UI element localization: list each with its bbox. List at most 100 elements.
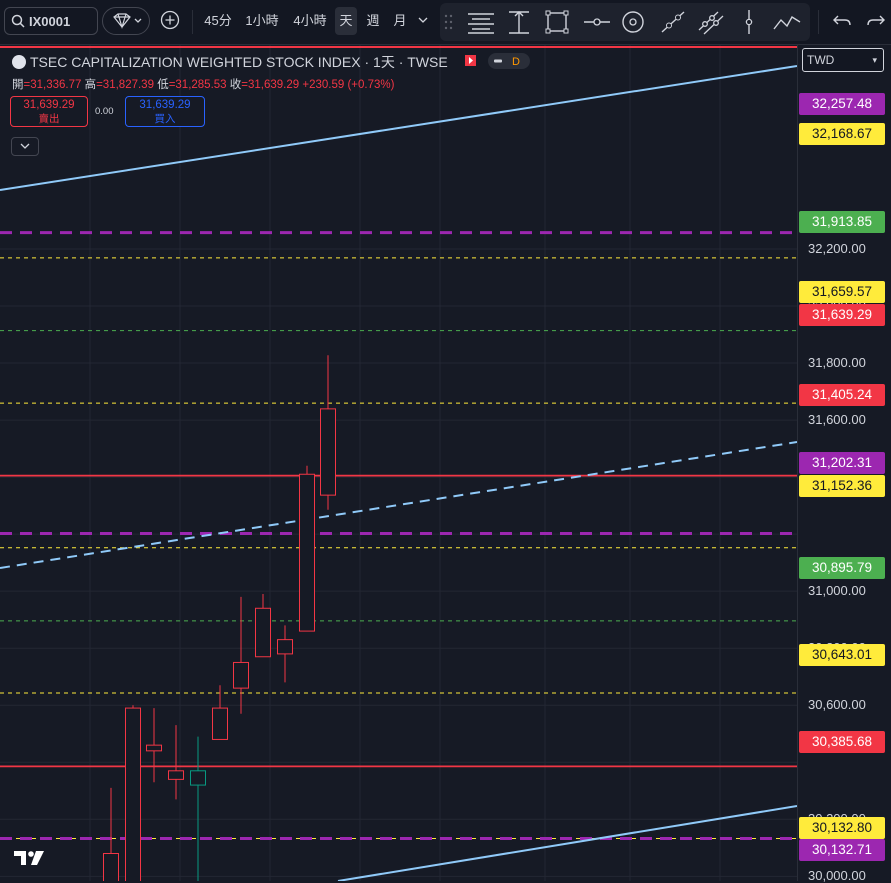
trend-line xyxy=(337,805,797,881)
fib-retracement-tool[interactable] xyxy=(466,8,496,36)
tradingview-logo[interactable] xyxy=(12,848,46,873)
circle-tool[interactable] xyxy=(618,8,648,36)
compare-add-button[interactable] xyxy=(156,7,184,35)
price-axis-label[interactable]: 30,895.79 xyxy=(799,557,885,579)
legend-title-text: TSEC CAPITALIZATION WEIGHTED STOCK INDEX… xyxy=(30,54,448,70)
symbol-logo-icon xyxy=(12,55,26,69)
ohlc-values: 開=31,336.77 高=31,827.39 低=31,285.53 收=31… xyxy=(12,76,394,92)
candle-body xyxy=(190,770,206,786)
parallel-channel-icon xyxy=(698,11,724,35)
redo-button[interactable] xyxy=(862,7,890,35)
buy-price: 31,639.29 xyxy=(139,99,191,111)
candle-body xyxy=(299,473,315,632)
price-axis-label[interactable]: 30,385.68 xyxy=(799,731,885,753)
price-range-tool[interactable] xyxy=(504,8,534,36)
buy-button[interactable]: 31,639.29 買入 xyxy=(125,96,205,127)
legend-collapse-button[interactable] xyxy=(11,137,39,156)
chevron-down-icon: ▾ xyxy=(872,55,877,65)
search-icon xyxy=(11,14,25,33)
price-axis-label[interactable]: 31,405.24 xyxy=(799,384,885,406)
symbol-name: IX0001 xyxy=(29,14,71,29)
redo-icon xyxy=(867,15,885,26)
open-label: 開 xyxy=(12,79,24,91)
trend-line-tool[interactable] xyxy=(658,8,688,36)
undo-icon xyxy=(833,15,851,26)
change-value: +230.59 (+0.73%) xyxy=(302,79,395,91)
currency-label: TWD xyxy=(807,53,835,67)
undo-button[interactable] xyxy=(828,7,856,35)
data-delay-badge: D xyxy=(512,56,520,68)
candle-body xyxy=(320,408,336,496)
flag-icon xyxy=(465,55,476,66)
drag-handle-icon[interactable] xyxy=(443,8,455,36)
candle-body xyxy=(212,707,228,740)
trend-line-icon xyxy=(661,11,685,33)
timeframe-more-button[interactable] xyxy=(414,7,432,35)
price-axis-label[interactable]: 31,202.31 xyxy=(799,452,885,474)
horizontal-price-lines xyxy=(0,231,797,840)
price-axis-tick: 31,800.00 xyxy=(808,355,866,371)
timeframe-month[interactable]: 月 xyxy=(389,7,411,35)
price-axis-tick: 31,000.00 xyxy=(808,583,866,599)
close-value: =31,639.29 xyxy=(241,79,300,91)
diamond-icon xyxy=(113,13,142,30)
candle-body xyxy=(125,707,141,881)
indicator-template-button[interactable] xyxy=(102,7,150,35)
price-axis-label[interactable]: 31,913.85 xyxy=(799,211,885,233)
legend-status-icons: D xyxy=(462,52,532,75)
path-tool[interactable] xyxy=(772,8,802,36)
sell-price: 31,639.29 xyxy=(23,99,75,111)
timeframe-1h[interactable]: 1小時 xyxy=(240,7,284,35)
price-axis-label[interactable]: 30,132.71 xyxy=(799,839,885,861)
sell-label: 賣出 xyxy=(38,113,60,125)
timeframe-45m[interactable]: 45分 xyxy=(200,7,236,35)
price-axis-tick: 31,600.00 xyxy=(808,412,866,428)
chevron-down-icon xyxy=(418,17,428,23)
trend-lines xyxy=(0,65,797,881)
buy-label: 買入 xyxy=(154,113,176,125)
toolbar-divider xyxy=(192,10,193,34)
spread-value: 0.00 xyxy=(95,106,114,117)
trend-line xyxy=(0,441,797,569)
rectangle-icon xyxy=(545,10,569,34)
top-toolbar: IX0001 45分 1小時 4小時 天 週 月 xyxy=(0,0,891,45)
close-label: 收 xyxy=(229,79,242,91)
polyline-icon xyxy=(773,16,801,30)
candle-body xyxy=(168,770,184,780)
sell-button[interactable]: 31,639.29 賣出 xyxy=(10,96,88,127)
rectangle-tool[interactable] xyxy=(542,8,572,36)
price-axis-label[interactable]: 30,643.01 xyxy=(799,644,885,666)
legend-title[interactable]: TSEC CAPITALIZATION WEIGHTED STOCK INDEX… xyxy=(12,52,448,72)
candle-body xyxy=(233,661,249,689)
price-axis-label[interactable]: 30,132.80 xyxy=(799,817,885,839)
price-range-icon xyxy=(509,11,529,34)
price-axis-label[interactable]: 32,257.48 xyxy=(799,93,885,115)
price-axis-label[interactable]: 31,152.36 xyxy=(799,475,885,497)
candle-body xyxy=(103,853,119,881)
horizontal-line-tool[interactable] xyxy=(582,8,612,36)
timeframe-week[interactable]: 週 xyxy=(362,7,384,35)
candle-body xyxy=(277,639,293,655)
low-label: 低 xyxy=(157,79,169,91)
price-axis-label[interactable]: 31,659.57 xyxy=(799,281,885,303)
price-axis-label[interactable]: 31,639.29 xyxy=(799,304,885,326)
parallel-channel-tool[interactable] xyxy=(696,8,726,36)
minus-icon xyxy=(494,59,502,63)
currency-selector[interactable]: TWD ▾ xyxy=(802,48,884,72)
vertical-line-tool[interactable] xyxy=(734,8,764,36)
candle-body xyxy=(255,607,271,658)
timeframe-4h[interactable]: 4小時 xyxy=(288,7,332,35)
price-axis-label[interactable]: 32,168.67 xyxy=(799,123,885,145)
circle-icon xyxy=(622,11,644,33)
high-label: 高 xyxy=(84,79,97,91)
low-value: =31,285.53 xyxy=(168,79,227,91)
chevron-down-icon xyxy=(20,143,30,149)
symbol-search[interactable]: IX0001 xyxy=(4,7,98,35)
high-value: =31,827.39 xyxy=(96,79,154,91)
price-chart[interactable] xyxy=(0,45,797,881)
price-axis-tick: 32,200.00 xyxy=(808,240,866,256)
fib-lines-icon xyxy=(468,13,494,34)
timeframe-day[interactable]: 天 xyxy=(335,7,357,35)
candle-body xyxy=(146,744,162,752)
plus-circle-icon xyxy=(160,10,180,30)
